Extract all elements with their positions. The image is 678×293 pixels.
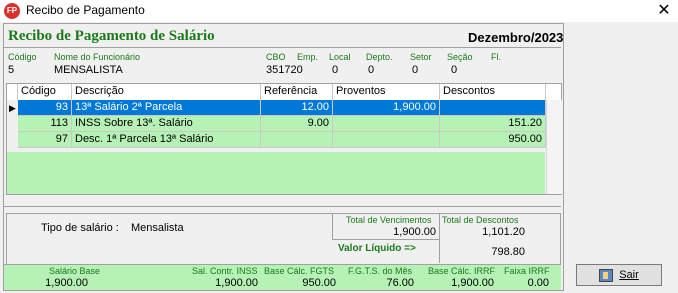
setor-label: Setor — [410, 52, 432, 62]
cell-descricao: Desc. 1ª Parcela 13ª Salário — [72, 132, 261, 148]
app-icon: FP — [4, 3, 20, 19]
salario-base-value: 1,900.00 — [45, 277, 88, 289]
vertical-scrollbar[interactable] — [546, 100, 562, 194]
table-row[interactable]: 113 INSS Sobre 13ª. Salário 9.00 151.20 — [7, 116, 546, 132]
cbo-label: CBO — [266, 52, 286, 62]
divider — [4, 206, 561, 207]
sair-button-label: Sair — [619, 269, 639, 281]
column-header-proventos[interactable]: Proventos — [333, 84, 440, 100]
cell-descricao: 13ª Salário 2ª Parcela — [72, 100, 261, 116]
table-empty-area — [7, 152, 545, 194]
table-row[interactable]: 97 Desc. 1ª Parcela 13ª Salário 950.00 — [7, 132, 546, 148]
cell-descontos: 950.00 — [440, 132, 546, 148]
sal-contr-inss-label: Sal. Contr. INSS — [192, 266, 258, 276]
window-title: Recibo de Pagamento — [26, 3, 145, 17]
cell-codigo: 113 — [18, 116, 72, 132]
column-header-descricao[interactable]: Descrição — [72, 84, 261, 100]
close-icon[interactable]: ✕ — [652, 0, 676, 22]
depto-label: Depto. — [366, 52, 393, 62]
base-irrf-value: 1,900.00 — [451, 277, 494, 289]
total-descontos-value: 1,101.20 — [482, 226, 525, 238]
valor-liquido-value: 798.80 — [491, 246, 525, 258]
base-irrf-label: Base Cálc. IRRF — [428, 266, 496, 276]
faixa-irrf-label: Faixa IRRF — [504, 266, 550, 276]
total-vencimentos-label: Total de Vencimentos — [346, 215, 432, 225]
table-header: Código Descrição Referência Proventos De… — [7, 84, 561, 101]
salario-base-label: Salário Base — [49, 266, 101, 276]
tipo-salario-label: Tipo de salário : — [41, 222, 119, 234]
divider — [4, 47, 561, 48]
exit-door-icon — [599, 268, 614, 282]
codigo-label: Código — [8, 52, 37, 62]
nome-label: Nome do Funcionário — [54, 52, 141, 62]
cell-proventos — [333, 132, 440, 148]
secao-value: 0 — [451, 64, 458, 76]
emp-label: Emp. — [297, 52, 319, 62]
cell-descontos — [440, 100, 546, 116]
nome-value: MENSALISTA — [54, 64, 123, 76]
base-fgts-label: Base Cálc. FGTS — [264, 266, 335, 276]
total-descontos-label: Total de Descontos — [442, 215, 519, 225]
sair-button[interactable]: Sair — [576, 264, 662, 286]
valor-liquido-label: Valor Líquido => — [338, 243, 416, 254]
faixa-irrf-value: 0.00 — [527, 277, 549, 289]
period-label: Dezembro/2023 — [468, 30, 564, 45]
fgts-mes-label: F.G.T.S. do Mês — [348, 266, 413, 276]
codigo-value: 5 — [8, 64, 15, 76]
local-value: 0 — [332, 64, 339, 76]
table-row[interactable]: 93 13ª Salário 2ª Parcela 12.00 1,900.00 — [7, 100, 546, 116]
column-header-referencia[interactable]: Referência — [261, 84, 333, 100]
cell-codigo: 97 — [18, 132, 72, 148]
column-header-descontos[interactable]: Descontos — [440, 84, 546, 100]
column-header-codigo[interactable]: Código — [18, 84, 72, 100]
indicator-header — [7, 84, 18, 100]
cell-referencia: 9.00 — [261, 116, 333, 132]
tipo-salario-value: Mensalista — [131, 222, 184, 234]
fgts-mes-value: 76.00 — [386, 277, 414, 289]
base-fgts-value: 950.00 — [302, 277, 336, 289]
cell-codigo: 93 — [18, 100, 72, 116]
total-vencimentos-value: 1,900.00 — [393, 226, 436, 238]
sal-contr-inss-value: 1,900.00 — [215, 277, 258, 289]
cell-proventos — [333, 116, 440, 132]
depto-value: 0 — [368, 64, 375, 76]
fl-label: Fl. — [491, 52, 501, 62]
cell-referencia: 12.00 — [261, 100, 333, 116]
cell-proventos: 1,900.00 — [333, 100, 440, 116]
local-label: Local — [329, 52, 351, 62]
cell-referencia — [261, 132, 333, 148]
cell-descontos: 151.20 — [440, 116, 546, 132]
payroll-items-table[interactable]: Código Descrição Referência Proventos De… — [6, 83, 562, 195]
secao-label: Seção — [447, 52, 473, 62]
page-title: Recibo de Pagamento de Salário — [8, 28, 215, 44]
cbo-value: 351720 — [266, 64, 303, 76]
setor-value: 0 — [412, 64, 419, 76]
cell-descricao: INSS Sobre 13ª. Salário — [72, 116, 261, 132]
